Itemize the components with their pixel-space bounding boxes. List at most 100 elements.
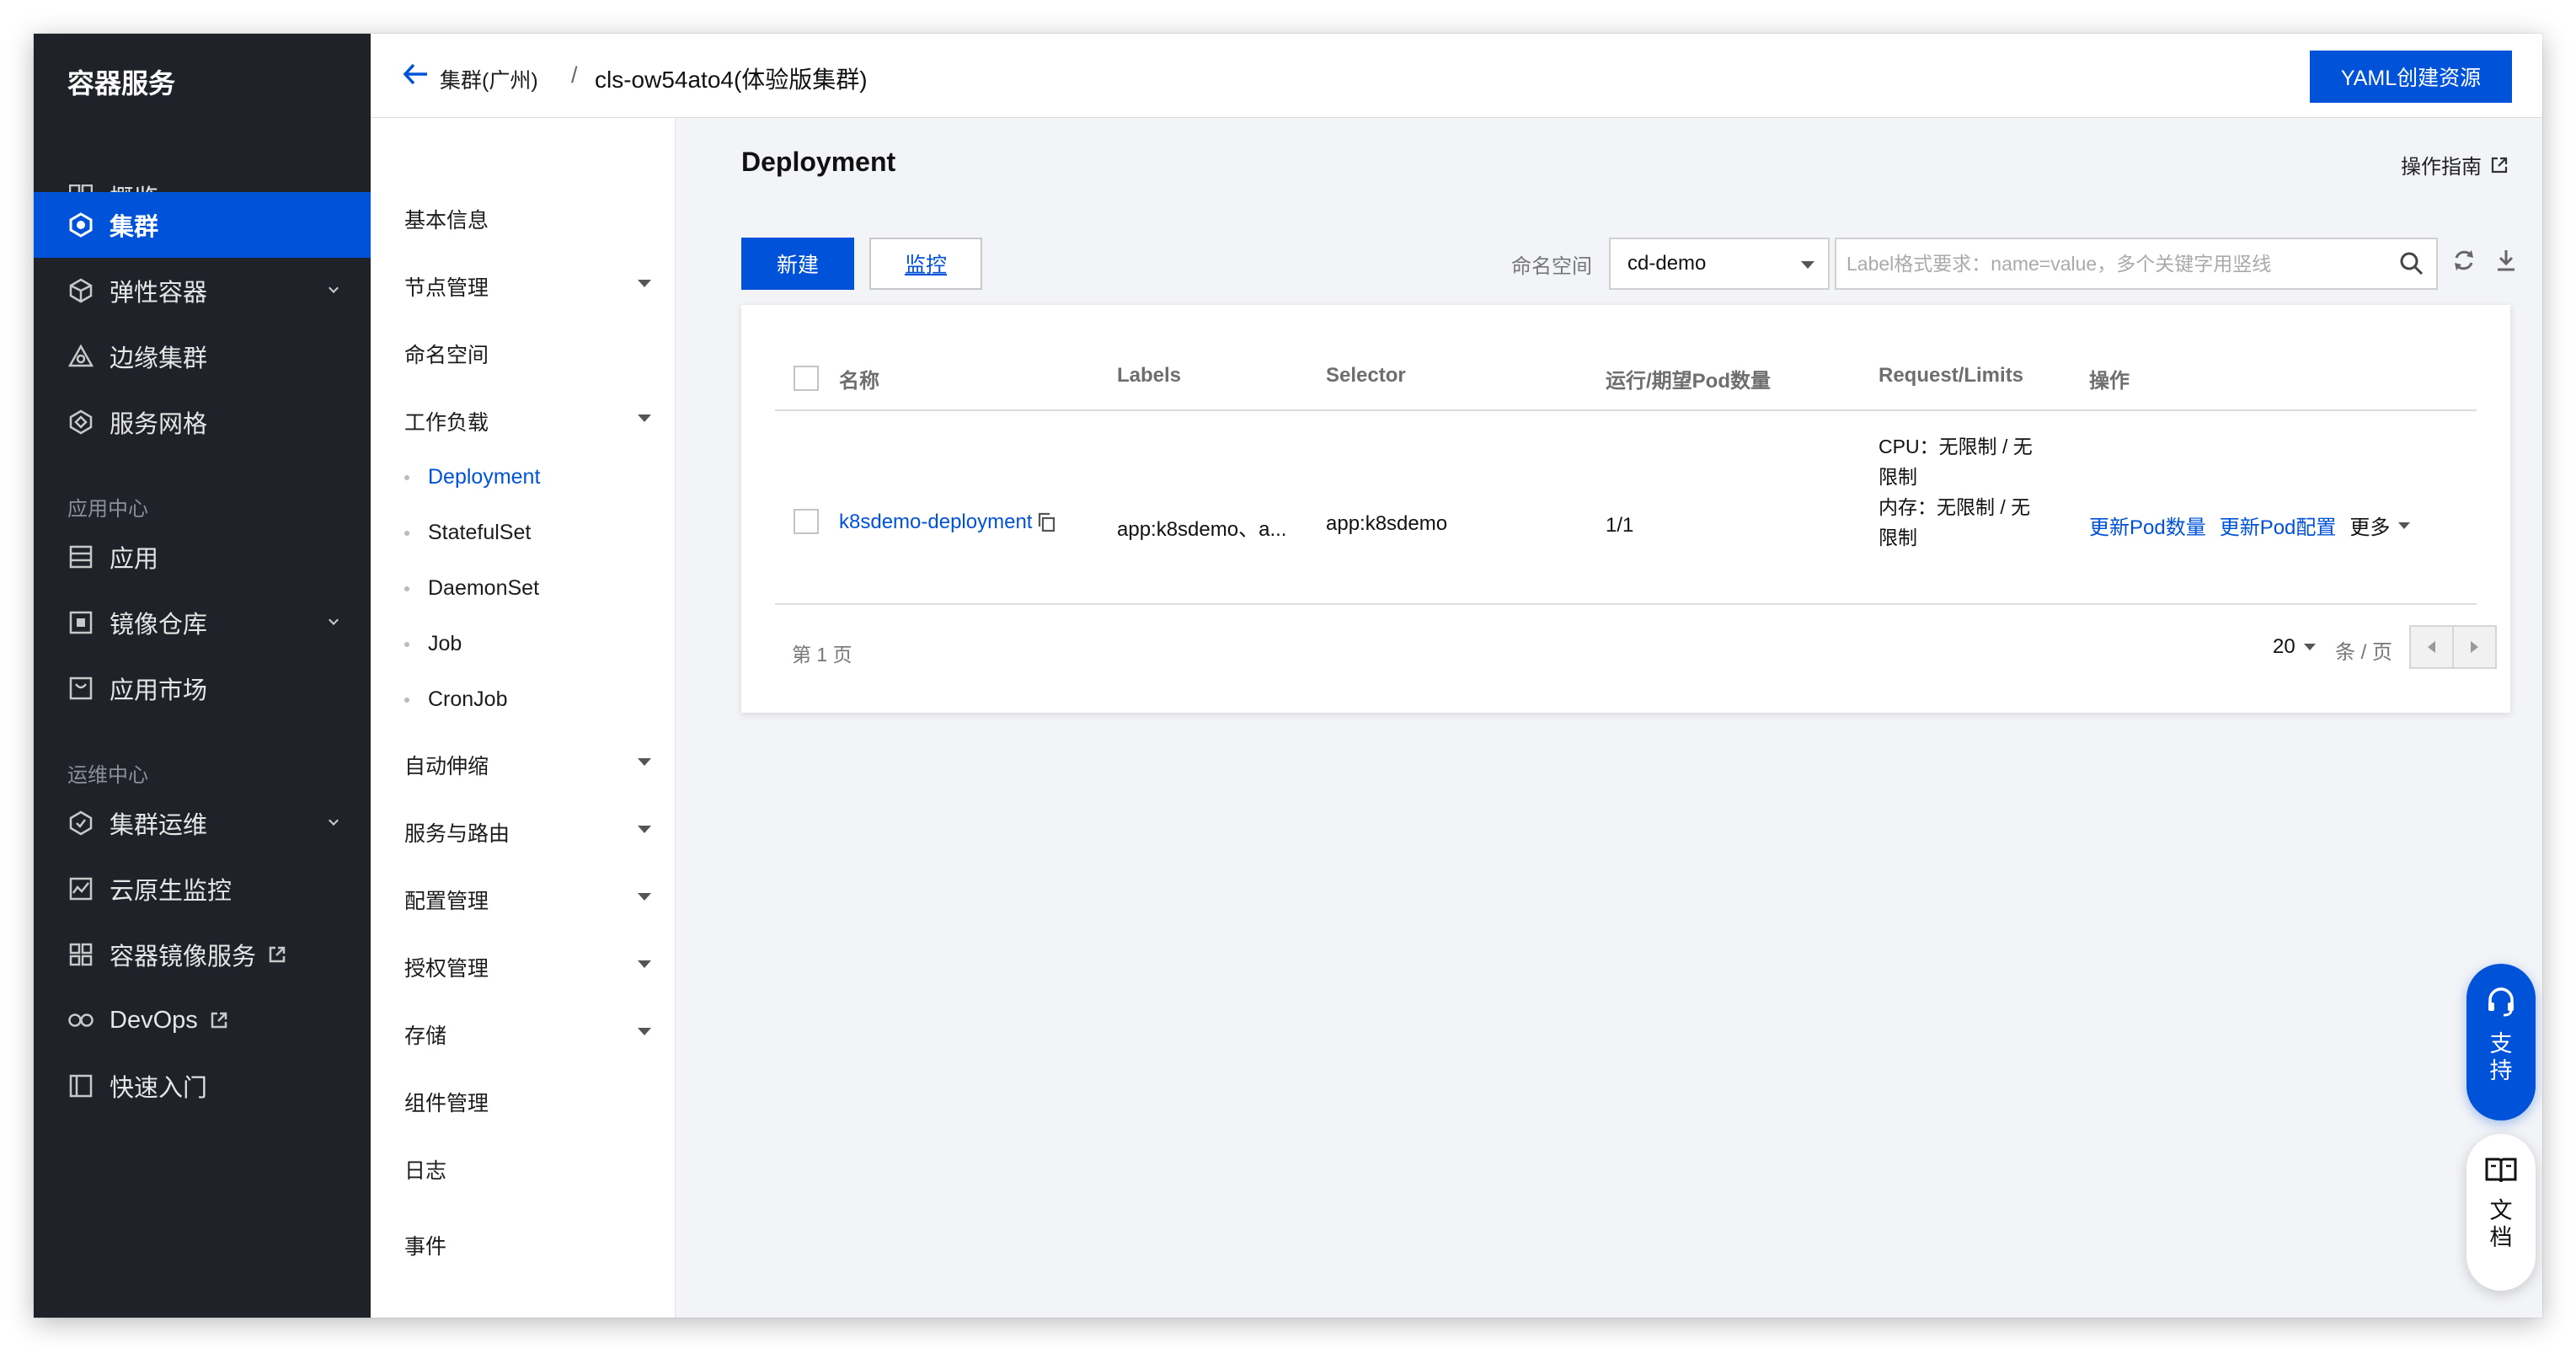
bullet-dot xyxy=(404,474,409,480)
subnav-workload[interactable]: 工作负载 xyxy=(404,406,489,436)
request-line: 内存：无限制 / 无 xyxy=(1879,496,2031,518)
subnav-node-management[interactable]: 节点管理 xyxy=(404,271,676,302)
external-link-icon xyxy=(2490,156,2509,174)
monitor-button[interactable]: 监控 xyxy=(869,238,982,290)
update-pod-config-link[interactable]: 更新Pod配置 xyxy=(2220,511,2337,540)
caret-down-icon xyxy=(638,826,651,833)
caret-down-icon xyxy=(2398,521,2411,529)
subnav-logs[interactable]: 日志 xyxy=(404,1154,446,1185)
nav-item-cloud-native-monitor[interactable]: 云原生监控 xyxy=(34,856,371,922)
namespace-value: cd-demo xyxy=(1627,252,1707,275)
page-header: 集群(广州) / cls-ow54ato4(体验版集群) YAML创建资源 xyxy=(371,34,2542,118)
column-header-name: 名称 xyxy=(839,370,879,393)
nav-item-label: 应用 xyxy=(110,546,159,573)
pagination xyxy=(2409,625,2497,669)
nav-group-ops-center: 运维中心 xyxy=(67,764,148,787)
breadcrumb-cluster-list[interactable]: 集群(广州) xyxy=(440,64,538,94)
label-search-box[interactable] xyxy=(1835,238,2438,290)
deployment-name-link[interactable]: k8sdemo-deployment xyxy=(839,511,1032,534)
namespace-select[interactable]: cd-demo xyxy=(1609,238,1830,290)
request-line: CPU：无限制 / 无 xyxy=(1879,436,2033,457)
table-row-labels-cell: app:k8sdemo、a... xyxy=(1117,518,1287,541)
caret-down-icon xyxy=(638,1028,651,1035)
select-all-checkbox[interactable] xyxy=(794,366,819,391)
subnav-events[interactable]: 事件 xyxy=(404,1230,446,1260)
subnav-child-label: StatefulSet xyxy=(428,521,532,544)
page-title: Deployment xyxy=(741,147,896,177)
subnav-daemonset[interactable]: DaemonSet xyxy=(404,576,539,601)
subnav-storage[interactable]: 存储 xyxy=(404,1019,446,1050)
back-arrow-icon[interactable] xyxy=(403,62,428,90)
subnav-child-label: CronJob xyxy=(428,687,508,711)
caret-down-icon xyxy=(638,960,651,968)
nav-item-cluster[interactable]: 集群 xyxy=(34,192,371,258)
main-sidebar: 容器服务 概览 集群 弹性容器 边缘集群 xyxy=(34,34,371,1318)
elastic-container-icon xyxy=(67,277,94,304)
search-icon[interactable] xyxy=(2399,251,2424,281)
subnav-autoscaling[interactable]: 自动伸缩 xyxy=(404,750,489,780)
nav-item-elastic-container[interactable]: 弹性容器 xyxy=(34,258,371,324)
nav-item-container-image-service[interactable]: 容器镜像服务 xyxy=(34,922,371,987)
subnav-namespace[interactable]: 命名空间 xyxy=(404,339,489,369)
row-checkbox[interactable] xyxy=(794,509,819,534)
table-row-pods-cell: 1/1 xyxy=(1606,514,1634,537)
nav-item-service-mesh[interactable]: 服务网格 xyxy=(34,389,371,455)
nav-item-image-registry[interactable]: 镜像仓库 xyxy=(34,590,371,655)
nav-item-application[interactable]: 应用 xyxy=(34,524,371,590)
subnav-statefulset[interactable]: StatefulSet xyxy=(404,521,531,545)
chevron-down-icon xyxy=(329,816,339,826)
nav-item-edge-cluster[interactable]: 边缘集群 xyxy=(34,324,371,389)
next-page-button[interactable] xyxy=(2454,627,2495,667)
monitor-chart-icon xyxy=(67,875,94,902)
column-header-pods: 运行/期望Pod数量 xyxy=(1606,370,1771,393)
operation-guide-link[interactable]: 操作指南 xyxy=(2401,150,2509,179)
headset-icon xyxy=(2485,986,2517,1022)
subnav-authorization[interactable]: 授权管理 xyxy=(404,952,489,982)
nav-item-cluster-ops[interactable]: 集群运维 xyxy=(34,790,371,856)
table-row-actions-cell: 更新Pod数量 更新Pod配置 更多 xyxy=(2089,511,2411,540)
label-search-input[interactable] xyxy=(1846,252,2386,275)
support-float-button[interactable]: 支持 xyxy=(2466,964,2536,1120)
bullet-dot xyxy=(404,586,409,591)
namespace-label: 命名空间 xyxy=(1511,255,1592,278)
nav-item-quick-start[interactable]: 快速入门 xyxy=(34,1053,371,1119)
new-button[interactable]: 新建 xyxy=(741,238,854,290)
page-size-select[interactable]: 20 xyxy=(2273,635,2316,659)
more-actions-dropdown[interactable]: 更多 xyxy=(2349,511,2411,540)
nav-item-label: 集群 xyxy=(110,214,159,241)
nav-item-label: 镜像仓库 xyxy=(110,612,208,639)
subnav-config-management[interactable]: 配置管理 xyxy=(404,885,489,915)
nav-item-devops[interactable]: DevOps xyxy=(34,987,371,1053)
caret-down-icon xyxy=(1801,261,1814,269)
subnav-components[interactable]: 组件管理 xyxy=(404,1087,489,1117)
subnav-job[interactable]: Job xyxy=(404,632,462,656)
cluster-ops-icon xyxy=(67,810,94,837)
update-pod-count-link[interactable]: 更新Pod数量 xyxy=(2089,511,2206,540)
prev-page-button[interactable] xyxy=(2411,627,2454,667)
cluster-icon xyxy=(67,211,94,238)
subnav-service-routing[interactable]: 服务与路由 xyxy=(404,817,510,848)
nav-item-app-market[interactable]: 应用市场 xyxy=(34,655,371,721)
divider xyxy=(775,603,2477,605)
column-header-labels: Labels xyxy=(1117,364,1182,387)
subnav-basic-info[interactable]: 基本信息 xyxy=(404,204,489,234)
column-header-actions: 操作 xyxy=(2089,370,2130,393)
docs-float-button[interactable]: 文档 xyxy=(2466,1134,2536,1291)
subnav-label: 节点管理 xyxy=(404,276,489,300)
copy-icon[interactable] xyxy=(1037,512,1056,532)
nav-item-label: 服务网格 xyxy=(110,411,208,438)
bullet-dot xyxy=(404,641,409,647)
subnav-deployment[interactable]: Deployment xyxy=(404,465,540,489)
download-icon[interactable] xyxy=(2493,248,2519,277)
infinity-icon xyxy=(67,1007,94,1034)
app-market-icon xyxy=(67,675,94,702)
caret-down-icon xyxy=(638,414,651,422)
refresh-icon[interactable] xyxy=(2451,248,2477,277)
deployment-table-card: 名称 Labels Selector 运行/期望Pod数量 Request/Li… xyxy=(741,305,2510,713)
subnav-cronjob[interactable]: CronJob xyxy=(404,687,508,712)
yaml-create-button[interactable]: YAML创建资源 xyxy=(2310,51,2512,103)
nav-item-label: 快速入门 xyxy=(110,1075,208,1102)
docs-label: 文档 xyxy=(2489,1198,2513,1250)
nav-item-label: DevOps xyxy=(110,1006,198,1034)
caret-down-icon xyxy=(638,758,651,766)
